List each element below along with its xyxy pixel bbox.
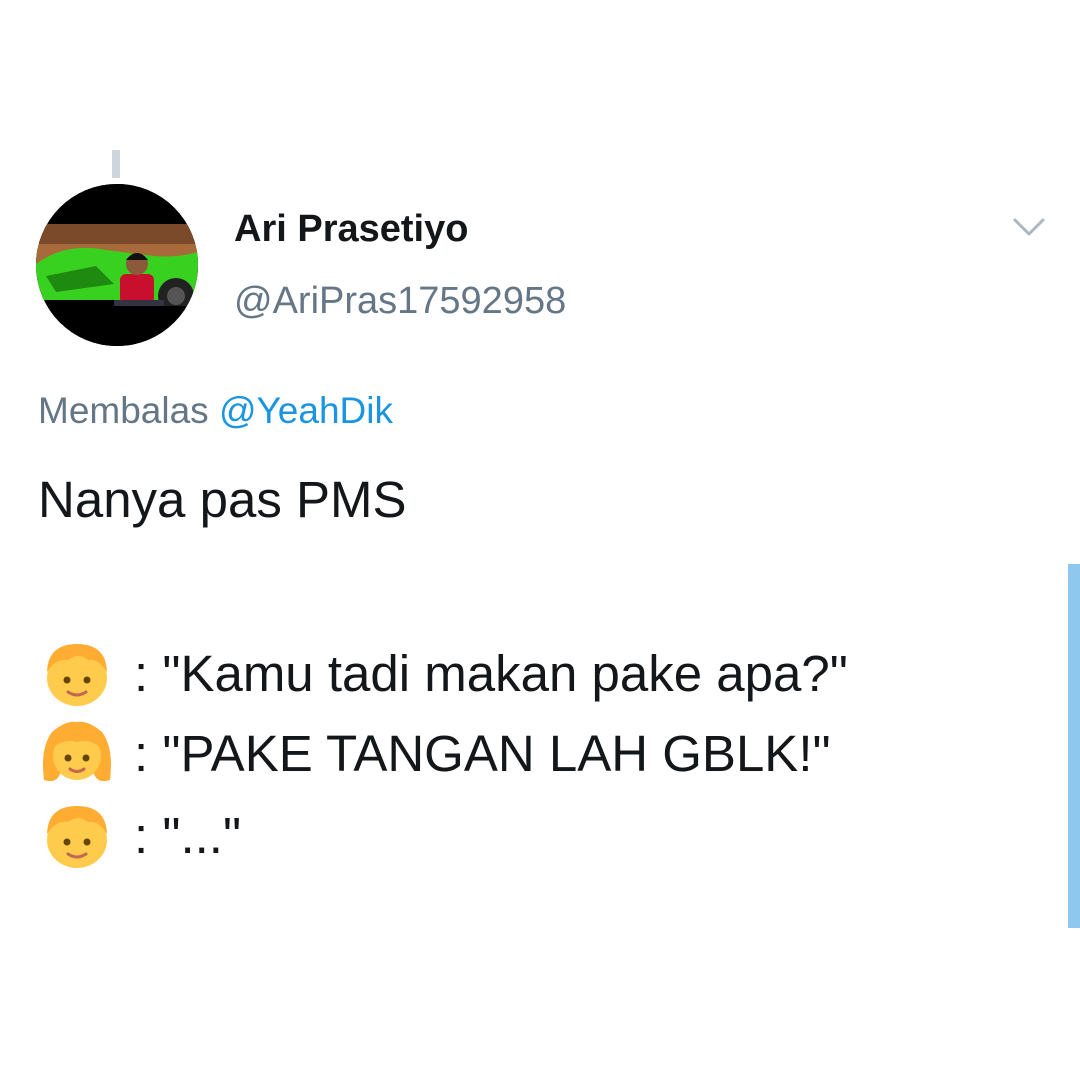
- dialog-text: : "PAKE TANGAN LAH GBLK!": [134, 724, 831, 782]
- avatar[interactable]: [36, 184, 198, 346]
- dialog-line: : "Kamu tadi makan pake apa?": [38, 638, 848, 708]
- display-name[interactable]: Ari Prasetiyo: [234, 208, 468, 251]
- dialog-text: : "...": [134, 806, 242, 864]
- dialog-line: : "...": [38, 800, 241, 870]
- thread-connector-line: [112, 150, 120, 178]
- reply-context: Membalas @YeahDik: [38, 390, 393, 432]
- user-handle[interactable]: @AriPras17592958: [234, 280, 566, 323]
- dialog-line: : "PAKE TANGAN LAH GBLK!": [38, 718, 831, 788]
- reply-prefix: Membalas: [38, 390, 209, 431]
- scrollbar-thumb[interactable]: [1068, 564, 1080, 928]
- chevron-down-icon[interactable]: [1010, 212, 1048, 242]
- dialog-text: : "Kamu tadi makan pake apa?": [134, 644, 848, 702]
- girl-emoji-icon: [43, 721, 111, 782]
- avatar-photo: [36, 184, 198, 346]
- tweet-text: Nanya pas PMS: [38, 471, 407, 528]
- reply-mention-link[interactable]: @YeahDik: [219, 390, 393, 431]
- boy-emoji-icon: [47, 806, 107, 868]
- boy-emoji-icon: [47, 644, 107, 706]
